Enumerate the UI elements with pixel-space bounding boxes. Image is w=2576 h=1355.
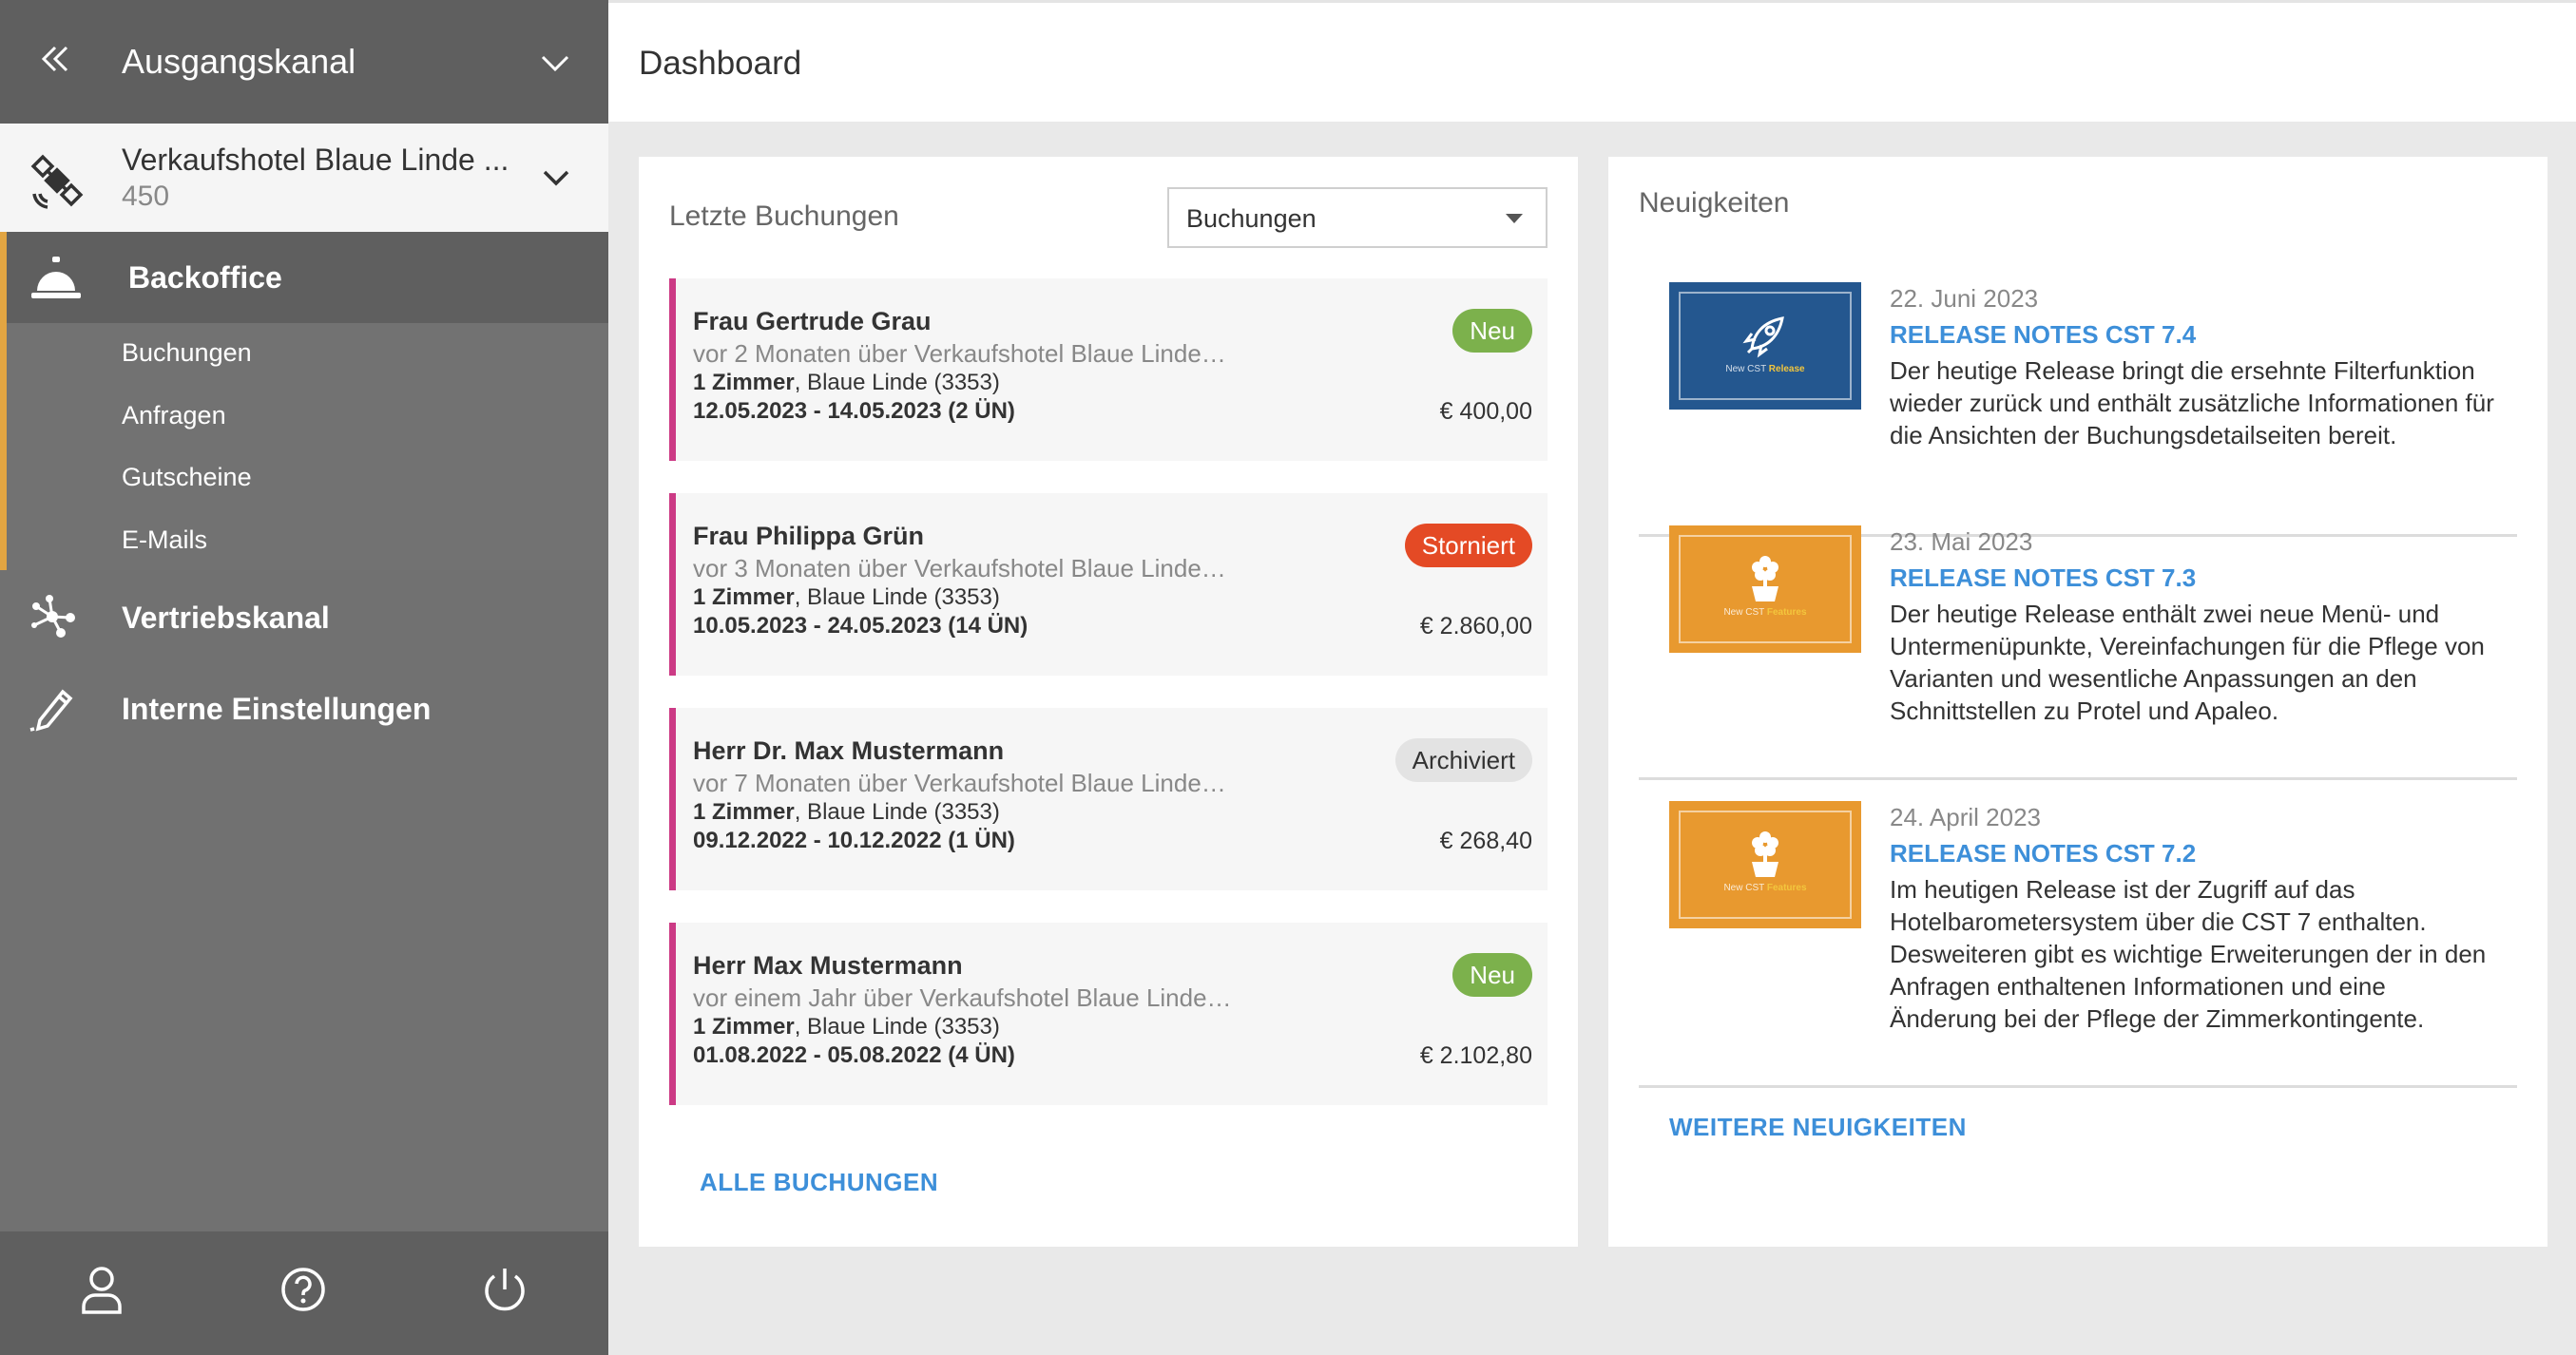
news-title: Neuigkeiten	[1639, 187, 1790, 219]
caret-down-icon	[1506, 214, 1523, 223]
news-headline-link[interactable]: RELEASE NOTES CST 7.3	[1890, 563, 2196, 593]
page-title: Dashboard	[639, 45, 802, 82]
news-item[interactable]: New CST Features 24. April 2023 RELEASE …	[1639, 780, 2517, 1088]
booking-room: 1 Zimmer, Blaue Linde (3353)	[693, 799, 1000, 825]
news-headline-link[interactable]: RELEASE NOTES CST 7.2	[1890, 839, 2196, 868]
booking-price: € 2.860,00	[1419, 613, 1532, 639]
chevron-down-icon[interactable]	[540, 163, 572, 192]
booking-dates: 09.12.2022 - 10.12.2022 (1 ÜN)	[693, 828, 1015, 853]
status-badge: Storniert	[1404, 524, 1532, 567]
news-card: Neuigkeiten New CST Release 22. Juni 202…	[1608, 157, 2547, 1247]
booking-subtitle: vor 7 Monaten über Verkaufshotel Blaue L…	[693, 769, 1226, 797]
channel-selector[interactable]: Ausgangskanal	[0, 0, 608, 124]
sidebar-item-vertriebskanal[interactable]: Vertriebskanal	[0, 574, 608, 659]
hotel-selector[interactable]: Verkaufshotel Blaue Linde ... 450	[0, 124, 608, 232]
sidebar-item-interne-einstellungen[interactable]: Interne Einstellungen	[0, 665, 608, 751]
status-badge: Archiviert	[1394, 738, 1532, 782]
news-text: Der heutige Release bringt die ersehnte …	[1890, 356, 2494, 449]
news-thumbnail: New CST Release	[1669, 282, 1861, 410]
rocket-icon	[1742, 316, 1784, 358]
booking-item[interactable]: Herr Dr. Max Mustermann vor 7 Monaten üb…	[669, 708, 1548, 890]
news-date: 22. Juni 2023	[1890, 284, 2039, 313]
satellite-icon	[30, 154, 84, 209]
sidebar-item-label: Backoffice	[128, 260, 282, 295]
all-bookings-link[interactable]: ALLE BUCHUNGEN	[700, 1168, 938, 1197]
backoffice-section: Backoffice Buchungen Anfragen Gutscheine…	[0, 232, 608, 570]
booking-room: 1 Zimmer, Blaue Linde (3353)	[693, 584, 1000, 610]
booking-guest-name: Frau Philippa Grün	[693, 522, 925, 550]
sidebar-subitem-buchungen[interactable]: Buchungen	[122, 338, 252, 368]
sidebar-subitem-emails[interactable]: E-Mails	[122, 525, 207, 555]
news-text: Der heutige Release enthält zwei neue Me…	[1890, 600, 2485, 725]
news-thumbnail: New CST Features	[1669, 525, 1861, 653]
news-item[interactable]: New CST Features 23. Mai 2023 RELEASE NO…	[1639, 505, 2517, 780]
news-item[interactable]: New CST Release 22. Juni 2023 RELEASE NO…	[1639, 261, 2517, 537]
booking-dates: 12.05.2023 - 14.05.2023 (2 ÜN)	[693, 398, 1015, 424]
bookings-card: Letzte Buchungen Buchungen Frau Gertrude…	[639, 157, 1578, 1247]
power-icon[interactable]	[481, 1263, 529, 1316]
sidebar-subitem-gutscheine[interactable]: Gutscheine	[122, 463, 252, 492]
flower-icon	[1752, 831, 1778, 877]
status-badge: Neu	[1452, 953, 1532, 997]
flower-icon	[1752, 556, 1778, 601]
booking-item[interactable]: Herr Max Mustermann vor einem Jahr über …	[669, 923, 1548, 1105]
booking-item[interactable]: Frau Gertrude Grau vor 2 Monaten über Ve…	[669, 278, 1548, 461]
booking-dates: 01.08.2022 - 05.08.2022 (4 ÜN)	[693, 1042, 1015, 1068]
booking-price: € 268,40	[1439, 828, 1532, 854]
more-news-link[interactable]: WEITERE NEUIGKEITEN	[1669, 1113, 1967, 1142]
booking-room: 1 Zimmer, Blaue Linde (3353)	[693, 1014, 1000, 1040]
booking-subtitle: vor einem Jahr über Verkaufshotel Blaue …	[693, 983, 1232, 1012]
booking-price: € 400,00	[1439, 398, 1532, 425]
sidebar-item-label: Interne Einstellungen	[122, 692, 432, 726]
hotel-name: Verkaufshotel Blaue Linde ...	[122, 143, 509, 177]
hotel-number: 450	[122, 181, 170, 212]
sidebar-subitem-anfragen[interactable]: Anfragen	[122, 401, 226, 430]
booking-dates: 10.05.2023 - 24.05.2023 (14 ÜN)	[693, 613, 1028, 639]
news-text: Im heutigen Release ist der Zugriff auf …	[1890, 875, 2487, 1033]
bookings-filter-select[interactable]: Buchungen	[1167, 187, 1548, 248]
bookings-filter-value: Buchungen	[1186, 204, 1317, 233]
channel-title: Ausgangskanal	[122, 42, 356, 81]
service-bell-icon	[31, 257, 81, 298]
chevron-down-icon[interactable]	[537, 48, 573, 78]
booking-subtitle: vor 2 Monaten über Verkaufshotel Blaue L…	[693, 339, 1226, 368]
news-thumbnail: New CST Features	[1669, 801, 1861, 928]
sidebar: Ausgangskanal Verkaufshotel Blaue Linde …	[0, 0, 608, 1355]
sidebar-footer	[0, 1231, 608, 1355]
booking-guest-name: Frau Gertrude Grau	[693, 307, 932, 335]
status-badge: Neu	[1452, 309, 1532, 353]
booking-guest-name: Herr Max Mustermann	[693, 951, 963, 980]
network-icon	[31, 595, 75, 638]
pencil-icon	[29, 689, 73, 732]
booking-item[interactable]: Frau Philippa Grün vor 3 Monaten über Ve…	[669, 493, 1548, 676]
booking-guest-name: Herr Dr. Max Mustermann	[693, 736, 1005, 765]
booking-subtitle: vor 3 Monaten über Verkaufshotel Blaue L…	[693, 554, 1226, 582]
sidebar-item-backoffice[interactable]: Backoffice	[0, 232, 608, 323]
news-date: 24. April 2023	[1890, 803, 2042, 831]
top-bar: Dashboard	[608, 0, 2576, 122]
double-chevron-left-icon[interactable]	[36, 40, 74, 78]
booking-price: € 2.102,80	[1419, 1042, 1532, 1069]
user-icon[interactable]	[78, 1263, 125, 1316]
news-date: 23. Mai 2023	[1890, 527, 2033, 556]
booking-room: 1 Zimmer, Blaue Linde (3353)	[693, 370, 1000, 395]
news-headline-link[interactable]: RELEASE NOTES CST 7.4	[1890, 320, 2196, 350]
help-icon[interactable]	[279, 1263, 327, 1316]
sidebar-item-label: Vertriebskanal	[122, 601, 330, 635]
bookings-title: Letzte Buchungen	[669, 200, 899, 232]
